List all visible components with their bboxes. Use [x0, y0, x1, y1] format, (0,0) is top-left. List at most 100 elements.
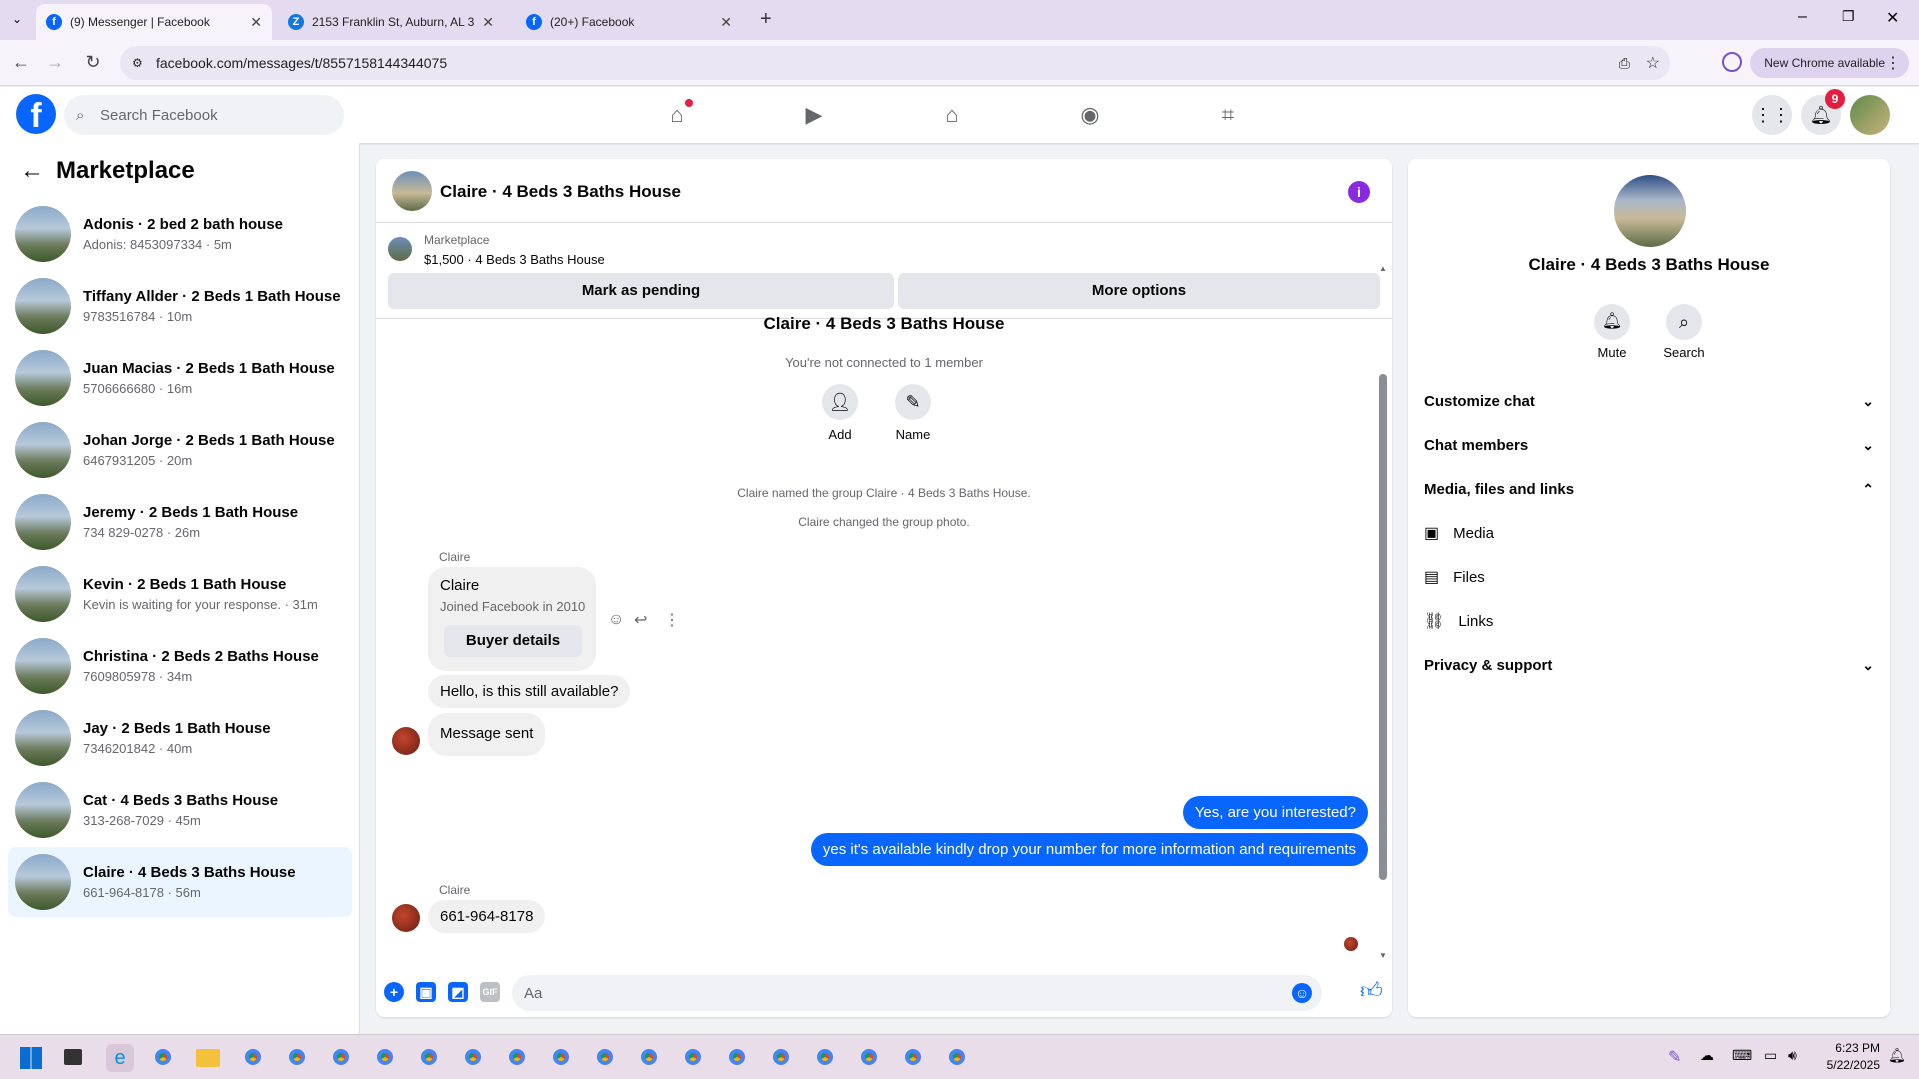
chrome-icon[interactable]: [812, 1044, 838, 1070]
conversation-item[interactable]: Kevin · 2 Beds 1 Bath House Kevin is wait…: [8, 559, 352, 629]
volume-icon[interactable]: 🔊︎: [1788, 1047, 1797, 1064]
photo-icon[interactable]: ▣: [416, 982, 436, 1002]
close-window-icon[interactable]: ✕: [1886, 8, 1899, 28]
conversation-item[interactable]: Jeremy · 2 Beds 1 Bath House 734 829-0278…: [8, 487, 352, 557]
message-input[interactable]: Aa ☺: [512, 975, 1322, 1011]
claire-avatar[interactable]: [392, 727, 420, 755]
tab-zillow[interactable]: Z 2153 Franklin St, Auburn, AL 36 ✕: [278, 4, 504, 40]
chrome-icon[interactable]: [592, 1044, 618, 1070]
links-row[interactable]: ⛓ Links: [1424, 603, 1493, 639]
chrome-icon[interactable]: [150, 1044, 176, 1070]
emoji-icon[interactable]: ☺: [1292, 983, 1312, 1003]
video-icon[interactable]: ▶: [792, 93, 836, 137]
pen-icon[interactable]: ✎: [1668, 1047, 1681, 1067]
media-files-links-row[interactable]: Media, files and links ⌃: [1424, 471, 1874, 507]
chrome-icon[interactable]: [416, 1044, 442, 1070]
account-avatar[interactable]: [1850, 95, 1890, 135]
chrome-icon[interactable]: [548, 1044, 574, 1070]
new-tab-icon[interactable]: +: [760, 8, 772, 31]
scrollbar-up-icon[interactable]: ▲: [1379, 264, 1387, 273]
chrome-icon[interactable]: [328, 1044, 354, 1070]
chrome-icon[interactable]: [284, 1044, 310, 1070]
close-tab-icon[interactable]: ✕: [720, 14, 732, 31]
minimize-icon[interactable]: –: [1798, 8, 1807, 26]
conversation-item[interactable]: Juan Macias · 2 Beds 1 Bath House 5706666…: [8, 343, 352, 413]
info-icon[interactable]: i: [1348, 181, 1370, 203]
conversation-item[interactable]: Jay · 2 Beds 1 Bath House 7346201842 · 40…: [8, 703, 352, 773]
network-icon[interactable]: ▭: [1764, 1047, 1777, 1064]
conversation-item[interactable]: Tiffany Allder · 2 Beds 1 Bath House 9783…: [8, 271, 352, 341]
chat-title[interactable]: Claire · 4 Beds 3 Baths House: [440, 182, 681, 202]
notifications-bell-icon[interactable]: 🔔︎ 9: [1801, 89, 1845, 135]
chrome-icon-active[interactable]: [680, 1044, 706, 1070]
clock-date[interactable]: 5/22/2025: [1820, 1058, 1880, 1072]
add-member-button[interactable]: 👤︎: [822, 384, 858, 420]
groups-icon[interactable]: ◉: [1068, 93, 1112, 137]
task-view-icon[interactable]: [64, 1049, 82, 1065]
react-emoji-icon[interactable]: ☺: [608, 611, 624, 629]
customize-chat-row[interactable]: Customize chat ⌄: [1424, 383, 1874, 419]
name-group-button[interactable]: ✎: [895, 384, 931, 420]
marketplace-icon[interactable]: ⌂: [930, 93, 974, 137]
edge-icon[interactable]: e: [106, 1044, 134, 1072]
new-chrome-button[interactable]: New Chrome available ⋮: [1750, 48, 1909, 78]
privacy-support-row[interactable]: Privacy & support ⌄: [1424, 647, 1874, 683]
chrome-icon[interactable]: [636, 1044, 662, 1070]
menu-grid-icon[interactable]: ⋮⋮: [1752, 95, 1792, 135]
chrome-icon[interactable]: [372, 1044, 398, 1070]
chrome-icon[interactable]: [856, 1044, 882, 1070]
conversation-item[interactable]: Cat · 4 Beds 3 Baths House 313-268-7029 ·…: [8, 775, 352, 845]
thumbs-up-icon[interactable]: 👍︎: [1360, 977, 1383, 1004]
more-options-button[interactable]: More options: [898, 273, 1380, 309]
chat-avatar[interactable]: [392, 171, 432, 211]
message-bubble-sent[interactable]: Yes, are you interested?: [1182, 796, 1368, 829]
scrollbar[interactable]: ▲ ▼: [1379, 264, 1387, 960]
buyer-details-button[interactable]: Buyer details: [444, 625, 582, 657]
chrome-icon[interactable]: [460, 1044, 486, 1070]
chrome-icon[interactable]: [504, 1044, 530, 1070]
install-icon[interactable]: ⎙: [1619, 55, 1630, 72]
message-bubble[interactable]: Message sent: [428, 713, 546, 756]
gif-icon[interactable]: GIF: [480, 982, 500, 1002]
info-avatar[interactable]: [1614, 175, 1686, 247]
scrollbar-down-icon[interactable]: ▼: [1379, 951, 1387, 960]
profile-icon[interactable]: [1722, 52, 1742, 72]
files-row[interactable]: ▤ Files: [1424, 559, 1485, 595]
notification-center-icon[interactable]: 🔔︎: [1888, 1047, 1906, 1064]
tab-facebook[interactable]: f (20+) Facebook ✕: [516, 4, 742, 40]
conversation-item[interactable]: Johan Jorge · 2 Beds 1 Bath House 6467931…: [8, 415, 352, 485]
plus-icon[interactable]: +: [384, 982, 404, 1002]
start-windows-icon[interactable]: [20, 1047, 42, 1069]
message-bubble[interactable]: Hello, is this still available?: [428, 675, 631, 708]
url-bar[interactable]: ⚙ facebook.com/messages/t/85571581443440…: [120, 46, 1670, 80]
chrome-icon[interactable]: [944, 1044, 970, 1070]
listing-thumbnail[interactable]: [388, 237, 412, 261]
facebook-logo-icon[interactable]: f: [16, 94, 56, 135]
back-icon[interactable]: ←: [10, 51, 32, 73]
bookmark-star-icon[interactable]: ☆: [1646, 53, 1660, 73]
file-explorer-icon[interactable]: [196, 1049, 220, 1067]
reload-icon[interactable]: ↻: [82, 51, 104, 73]
chrome-icon[interactable]: [240, 1044, 266, 1070]
restore-icon[interactable]: ❐: [1842, 8, 1855, 25]
forward-icon[interactable]: →: [44, 51, 66, 73]
scrollbar-thumb[interactable]: [1379, 374, 1387, 880]
back-arrow-icon[interactable]: ←: [20, 157, 44, 185]
chrome-icon[interactable]: [724, 1044, 750, 1070]
sticker-icon[interactable]: ◩: [448, 982, 468, 1002]
clock-time[interactable]: 6:23 PM: [1820, 1041, 1880, 1055]
close-tab-icon[interactable]: ✕: [482, 14, 494, 31]
tab-messenger[interactable]: f (9) Messenger | Facebook ✕: [36, 4, 272, 40]
menu-dots-icon[interactable]: ⋮: [1885, 53, 1901, 73]
conversation-item[interactable]: Claire · 4 Beds 3 Baths House 661-964-817…: [8, 847, 352, 917]
cloud-icon[interactable]: ☁: [1700, 1047, 1714, 1064]
listing-info[interactable]: $1,500 · 4 Beds 3 Baths House: [424, 252, 605, 267]
conversation-item[interactable]: Christina · 2 Beds 2 Baths House 76098059…: [8, 631, 352, 701]
reply-icon[interactable]: ↩: [634, 610, 647, 630]
message-bubble[interactable]: 661-964-8178: [428, 900, 546, 933]
chrome-icon[interactable]: [900, 1044, 926, 1070]
search-in-chat-button[interactable]: ⌕: [1666, 304, 1702, 340]
chat-members-row[interactable]: Chat members ⌄: [1424, 427, 1874, 463]
media-row[interactable]: ▣ Media: [1424, 515, 1494, 551]
mute-button[interactable]: 🔔︎: [1594, 304, 1630, 340]
